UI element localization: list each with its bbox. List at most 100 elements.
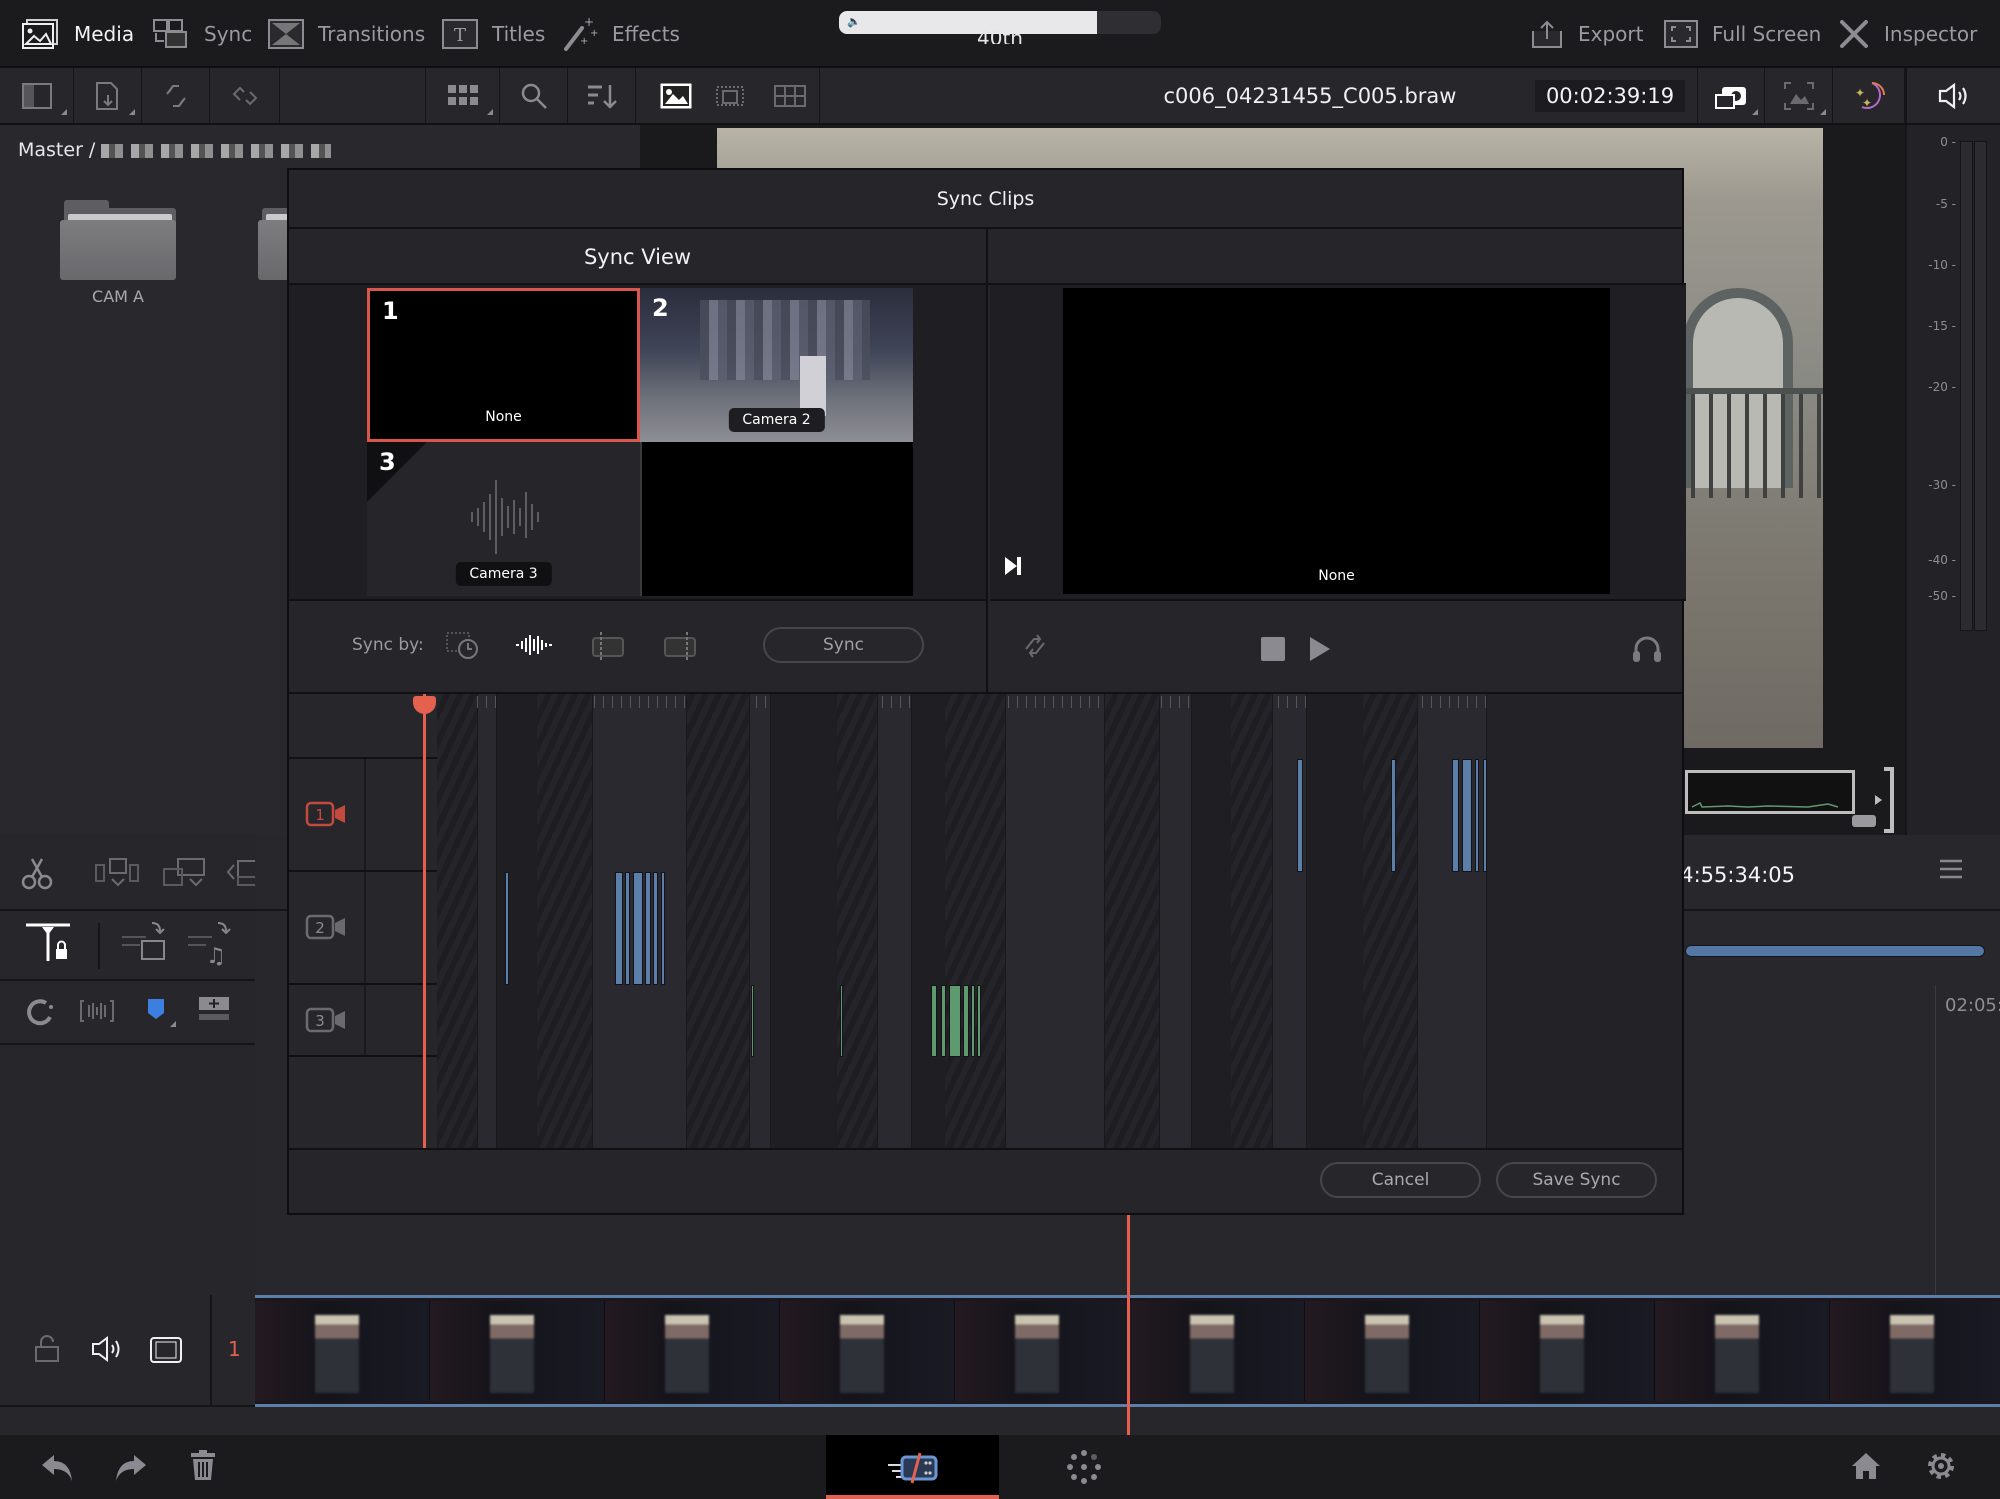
preview-transport xyxy=(990,599,1686,692)
track-lock-icon[interactable] xyxy=(34,1335,60,1363)
svg-text:3: 3 xyxy=(315,1012,325,1030)
cancel-button[interactable]: Cancel xyxy=(1320,1162,1481,1198)
ruler-tick xyxy=(1188,696,1189,708)
append-icon[interactable] xyxy=(162,857,208,889)
tab-effects[interactable]: + + + Effects xyxy=(562,14,680,54)
audio-button[interactable] xyxy=(1905,68,2000,123)
sync-preview[interactable]: None xyxy=(1063,288,1610,594)
timeline-menu-icon[interactable] xyxy=(1940,859,1962,879)
ruler-tick xyxy=(1026,696,1027,708)
sync-timeline-canvas[interactable] xyxy=(437,694,1682,1148)
clip-bar[interactable] xyxy=(645,872,651,985)
camera-cell-2[interactable]: 2 Camera 2 xyxy=(640,288,913,442)
clip-bar[interactable] xyxy=(1297,759,1303,872)
timeline-playhead[interactable] xyxy=(1127,1215,1130,1435)
sort-button[interactable] xyxy=(568,68,636,123)
tab-titles[interactable]: T Titles xyxy=(442,14,545,54)
search-button[interactable] xyxy=(500,68,568,123)
add-track-icon[interactable] xyxy=(198,995,230,1023)
clip-bar[interactable] xyxy=(1462,759,1472,872)
tab-media[interactable]: Media xyxy=(22,14,134,54)
relink-button[interactable] xyxy=(142,68,210,123)
sync-button[interactable]: Sync xyxy=(763,627,924,663)
color-effects-button[interactable]: ✦ ✦ xyxy=(1833,68,1905,123)
play-icon[interactable] xyxy=(1308,636,1332,662)
search-icon xyxy=(520,82,548,110)
clip-bar[interactable] xyxy=(931,985,937,1057)
clip-bar[interactable] xyxy=(840,985,843,1057)
clip-bar[interactable] xyxy=(1391,759,1396,872)
settings-gear-icon[interactable] xyxy=(1924,1449,1958,1483)
loop-icon[interactable] xyxy=(1020,631,1050,661)
viewer-clip-button[interactable] xyxy=(710,68,750,123)
viewer-filmstrip-button[interactable] xyxy=(760,68,820,123)
sync-by-in-point-icon[interactable] xyxy=(589,629,629,661)
snapping-magnet-icon[interactable] xyxy=(24,997,56,1029)
audio-scrub-icon[interactable] xyxy=(80,997,114,1025)
undo-icon[interactable] xyxy=(40,1451,76,1483)
clip-bar[interactable] xyxy=(633,872,643,985)
page-loading-icon[interactable] xyxy=(1066,1449,1102,1485)
folder-cam-a[interactable] xyxy=(60,200,176,280)
tab-sync[interactable]: Sync xyxy=(152,14,252,54)
camera-capture-button[interactable] xyxy=(1697,68,1765,123)
ruler-tick xyxy=(1161,696,1162,708)
panel-toggle-button[interactable] xyxy=(0,68,74,123)
clip-bar[interactable] xyxy=(977,985,981,1057)
audio-waveform-mini[interactable] xyxy=(1685,770,1855,814)
import-button[interactable] xyxy=(74,68,142,123)
redo-icon[interactable] xyxy=(112,1451,148,1483)
clip-bar[interactable] xyxy=(625,872,630,985)
grid-view-button[interactable] xyxy=(426,68,500,123)
sync-playhead[interactable] xyxy=(423,694,426,1148)
clip-bar[interactable] xyxy=(941,985,946,1057)
track-video-icon[interactable] xyxy=(150,1337,182,1363)
delete-trash-icon[interactable] xyxy=(190,1449,216,1481)
safe-area-button[interactable] xyxy=(1765,68,1833,123)
headphones-icon[interactable] xyxy=(1632,635,1662,663)
clip-bar[interactable] xyxy=(653,872,658,985)
sync-bin-icon xyxy=(152,18,190,50)
home-icon[interactable] xyxy=(1850,1451,1882,1481)
sync-by-waveform-icon[interactable] xyxy=(514,629,554,661)
track-row-1[interactable]: 1 xyxy=(289,759,437,872)
track-row-2[interactable]: 2 xyxy=(289,872,437,985)
blade-scissors-icon[interactable] xyxy=(20,855,54,891)
camera-cell-4[interactable] xyxy=(640,442,913,596)
clip-bar[interactable] xyxy=(1475,759,1479,872)
sync-timeline[interactable]: 1 2 3 xyxy=(289,692,1682,1150)
insert-video-icon[interactable] xyxy=(120,921,168,967)
inspector-button[interactable]: Inspector xyxy=(1838,14,1977,54)
viewer-image-button[interactable] xyxy=(636,68,716,123)
clip-bar[interactable] xyxy=(971,985,975,1057)
clip-bar[interactable] xyxy=(615,872,623,985)
skip-to-end-icon[interactable] xyxy=(1004,556,1022,576)
export-button[interactable]: Export xyxy=(1530,14,1643,54)
fullscreen-button[interactable]: Full Screen xyxy=(1664,14,1821,54)
clip-bar[interactable] xyxy=(751,985,754,1057)
camera-cell-1[interactable]: 1 None xyxy=(367,288,640,442)
tab-transitions[interactable]: Transitions xyxy=(268,14,425,54)
sync-by-out-point-icon[interactable] xyxy=(661,629,701,661)
clip-bar[interactable] xyxy=(661,872,665,985)
sync-by-timecode-icon[interactable] xyxy=(444,629,484,661)
breadcrumb[interactable]: Master / xyxy=(18,139,332,161)
marker-flag-icon[interactable] xyxy=(144,995,176,1027)
clip-name: c006_04231455_C005.braw xyxy=(1163,84,1457,108)
track-row-3[interactable]: 3 xyxy=(289,985,437,1057)
clip-bar[interactable] xyxy=(505,872,509,985)
clip-bar[interactable] xyxy=(1452,759,1459,872)
clip-bar[interactable] xyxy=(963,985,969,1057)
clip-bar[interactable] xyxy=(949,985,961,1057)
track-audio-icon[interactable] xyxy=(90,1335,122,1363)
stop-icon[interactable] xyxy=(1260,636,1286,662)
viewer-bracket-control[interactable] xyxy=(1868,765,1898,835)
smart-insert-icon[interactable] xyxy=(94,857,140,889)
unlink-button[interactable] xyxy=(210,68,280,123)
save-sync-button[interactable]: Save Sync xyxy=(1496,1162,1657,1198)
cut-page-tab[interactable] xyxy=(826,1435,999,1499)
camera-cell-3[interactable]: 3 Camera 3 xyxy=(367,442,640,596)
timeline-lock-icon[interactable] xyxy=(24,921,74,965)
timeline-clip-bar[interactable] xyxy=(1685,945,1985,957)
insert-audio-icon[interactable]: ♫ xyxy=(186,921,234,967)
